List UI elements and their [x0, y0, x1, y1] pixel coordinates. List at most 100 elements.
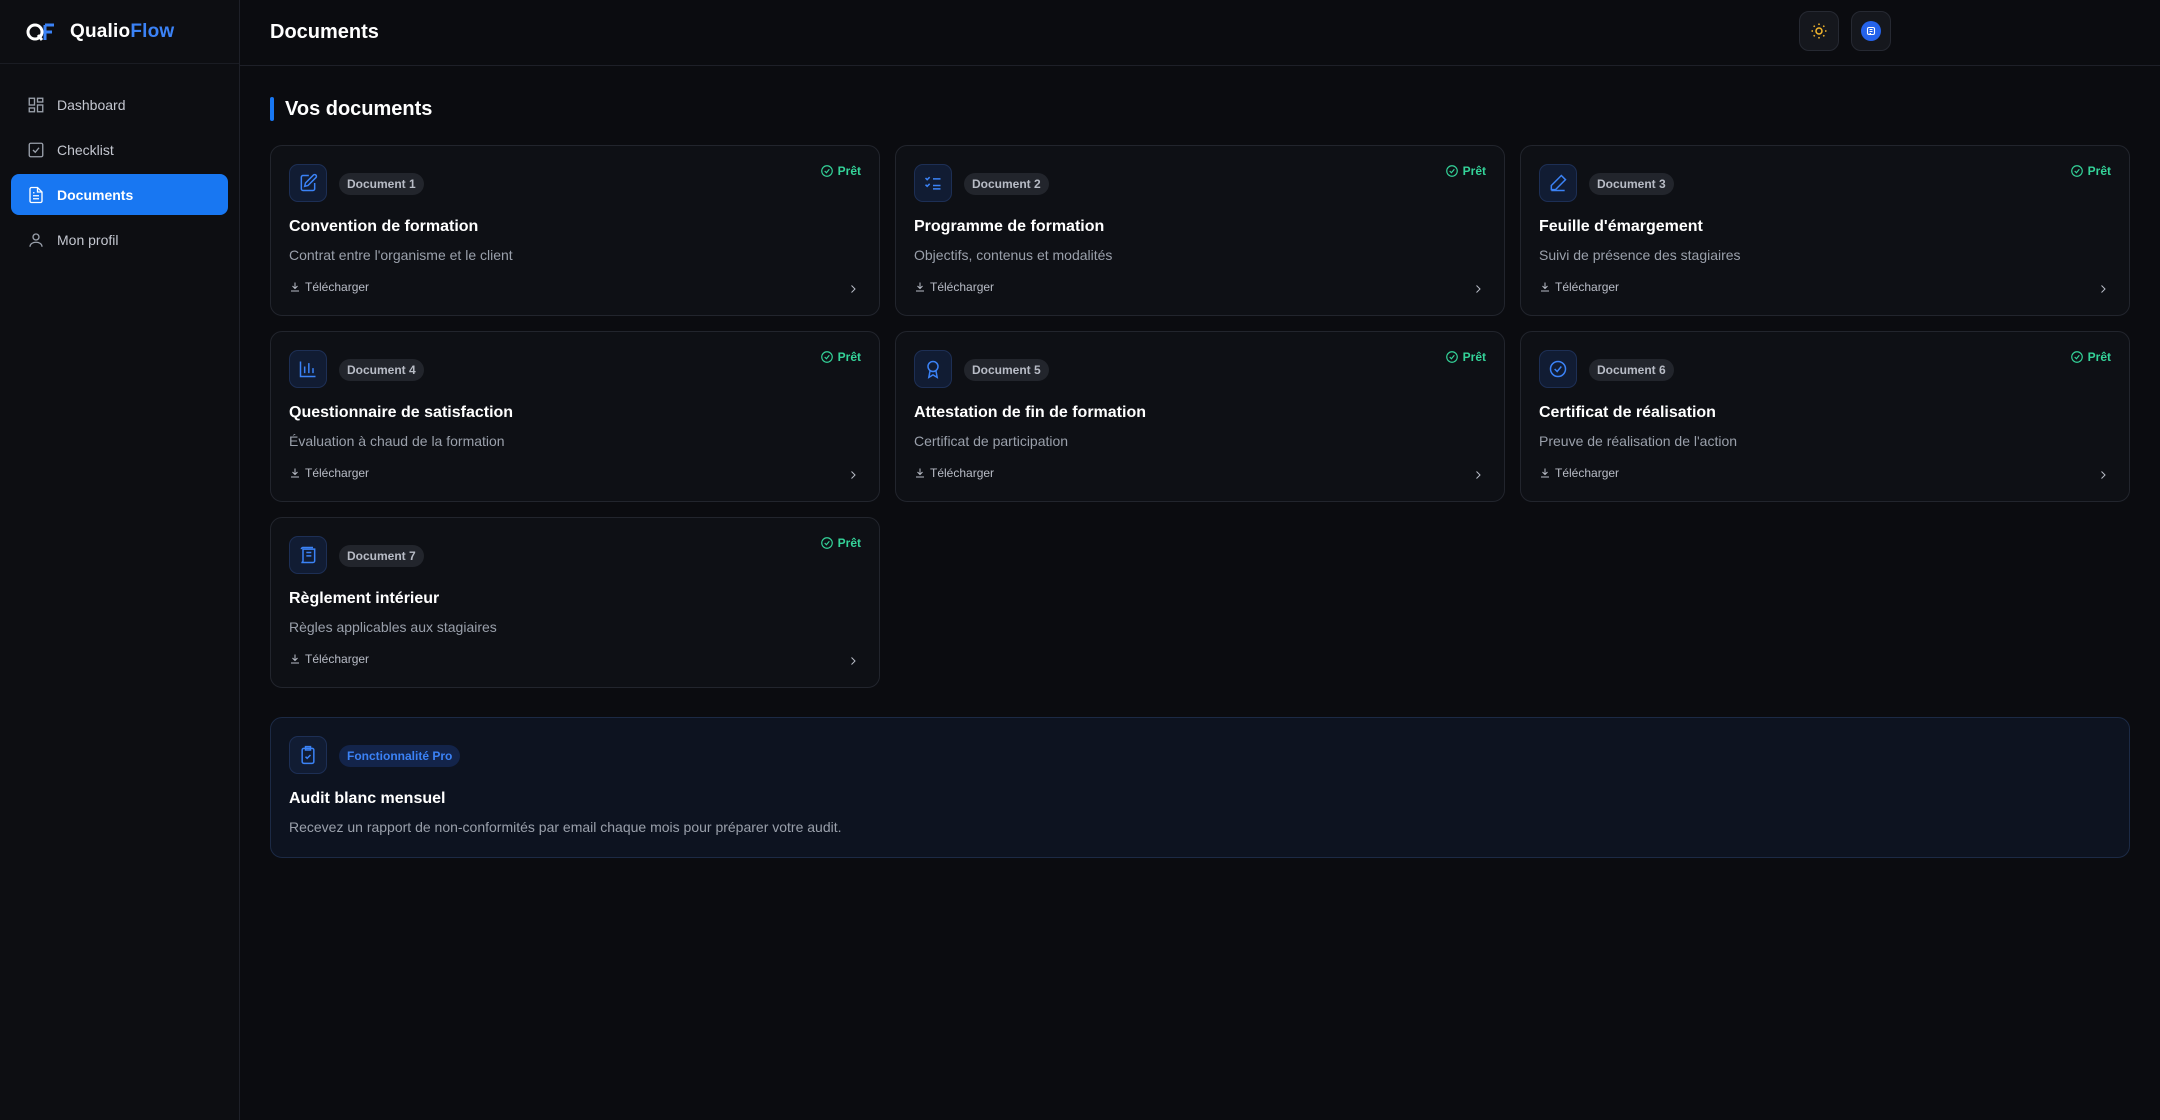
card-icon-box — [289, 736, 327, 774]
document-title: Certificat de réalisation — [1539, 404, 1716, 421]
chevron-right-icon[interactable] — [847, 282, 859, 294]
brand[interactable]: QualioFlow — [0, 0, 239, 64]
award-icon — [927, 360, 939, 379]
document-description: Preuve de réalisation de l'action — [1539, 433, 1738, 449]
chevron-right-icon[interactable] — [847, 654, 859, 666]
download-link[interactable]: Télécharger — [289, 652, 369, 666]
status-label: Prêt — [837, 536, 861, 550]
section-title: Vos documents — [270, 97, 432, 121]
download-icon — [291, 654, 299, 664]
scroll-icon — [300, 546, 316, 564]
pro-feature-card[interactable]: Fonctionnalité Pro Audit blanc mensuel R… — [270, 717, 2130, 858]
document-badge: Document 4 — [339, 359, 424, 381]
download-link[interactable]: Télécharger — [1539, 466, 1619, 480]
chevron-right-icon[interactable] — [847, 468, 859, 480]
document-icon — [29, 186, 43, 203]
document-title: Attestation de fin de formation — [914, 404, 1146, 421]
check-circle-icon — [820, 351, 833, 363]
status-badge: Prêt — [1445, 350, 1486, 364]
document-card[interactable]: Document 3 Prêt Feuille d'émargement Sui… — [1520, 145, 2130, 316]
document-card[interactable]: Document 6 Prêt Certificat de réalisatio… — [1520, 331, 2130, 502]
check-circle-icon — [1445, 351, 1458, 363]
card-icon-box — [289, 164, 327, 202]
download-link[interactable]: Télécharger — [914, 466, 994, 480]
document-title: Feuille d'émargement — [1539, 218, 1703, 235]
card-icon-box — [289, 350, 327, 388]
status-badge: Prêt — [820, 350, 861, 364]
dashboard-icon — [28, 97, 44, 112]
document-title: Convention de formation — [289, 218, 479, 235]
logo-icon — [26, 23, 54, 41]
sidebar-item-label: Mon profil — [57, 231, 119, 248]
status-badge: Prêt — [2070, 350, 2111, 364]
sidebar-item-label: Dashboard — [57, 96, 126, 113]
download-link[interactable]: Télécharger — [914, 280, 994, 294]
theme-toggle-button[interactable] — [1799, 11, 1839, 51]
document-card[interactable]: Document 2 Prêt Programme de formation O… — [895, 145, 1505, 316]
pen-icon — [1550, 174, 1567, 192]
download-link[interactable]: Télécharger — [289, 466, 369, 480]
clipboard-check-icon — [301, 745, 315, 765]
sidebar-item-dashboard[interactable]: Dashboard — [11, 84, 228, 125]
sidebar-nav: Dashboard Checklist Documents Mon profil — [0, 64, 239, 284]
download-link[interactable]: Télécharger — [289, 280, 369, 294]
page-title: Documents — [270, 21, 379, 43]
document-card[interactable]: Document 5 Prêt Attestation de fin de fo… — [895, 331, 1505, 502]
pro-title: Audit blanc mensuel — [289, 790, 446, 807]
brand-name: QualioFlow — [70, 20, 175, 42]
card-icon-box — [289, 536, 327, 574]
status-badge: Prêt — [820, 164, 861, 178]
document-badge: Document 6 — [1589, 359, 1674, 381]
sidebar-item-mon-profil[interactable]: Mon profil — [11, 219, 228, 260]
document-title: Règlement intérieur — [289, 590, 440, 607]
download-icon — [916, 468, 924, 478]
sidebar: QualioFlow Dashboard Checklist Documents… — [0, 0, 240, 1120]
download-label: Télécharger — [930, 280, 995, 294]
chevron-right-icon[interactable] — [2097, 282, 2109, 294]
download-icon — [916, 282, 924, 292]
user-avatar-button[interactable] — [1851, 11, 1891, 51]
status-label: Prêt — [837, 350, 861, 364]
document-badge: Document 7 — [339, 545, 424, 567]
document-card[interactable]: Document 7 Prêt Règlement intérieur Règl… — [270, 517, 880, 688]
document-description: Règles applicables aux stagiaires — [289, 619, 497, 635]
card-icon-box — [1539, 164, 1577, 202]
section-title-text: Vos documents — [285, 97, 433, 120]
sidebar-item-checklist[interactable]: Checklist — [11, 129, 228, 170]
check-circle-icon — [2070, 165, 2083, 177]
download-label: Télécharger — [305, 280, 370, 294]
bar-chart-icon — [299, 361, 316, 378]
card-icon-box — [914, 164, 952, 202]
download-label: Télécharger — [930, 466, 995, 480]
document-card[interactable]: Document 1 Prêt Convention de formation … — [270, 145, 880, 316]
check-circle-icon — [1445, 165, 1458, 177]
user-icon — [29, 232, 43, 247]
download-icon — [1541, 282, 1549, 292]
status-badge: Prêt — [1445, 164, 1486, 178]
document-badge: Document 1 — [339, 173, 424, 195]
document-description: Évaluation à chaud de la formation — [289, 433, 505, 449]
download-label: Télécharger — [1555, 466, 1620, 480]
status-label: Prêt — [2087, 350, 2111, 364]
card-icon-box — [1539, 350, 1577, 388]
chevron-right-icon[interactable] — [2097, 468, 2109, 480]
status-label: Prêt — [1462, 164, 1486, 178]
check-circle-icon — [820, 537, 833, 549]
sidebar-item-documents[interactable]: Documents — [11, 174, 228, 215]
download-icon — [291, 468, 299, 478]
pro-description: Recevez un rapport de non-conformités pa… — [289, 819, 842, 835]
download-link[interactable]: Télécharger — [1539, 280, 1619, 294]
list-checks-icon — [924, 176, 941, 190]
status-label: Prêt — [1462, 350, 1486, 364]
file-edit-icon — [300, 173, 318, 192]
sidebar-item-label: Checklist — [57, 141, 114, 158]
document-badge: Document 2 — [964, 173, 1049, 195]
download-icon — [291, 282, 299, 292]
check-circle-icon — [2070, 351, 2083, 363]
chevron-right-icon[interactable] — [1472, 468, 1484, 480]
chevron-right-icon[interactable] — [1472, 282, 1484, 294]
check-circle-icon — [820, 165, 833, 177]
document-card[interactable]: Document 4 Prêt Questionnaire de satisfa… — [270, 331, 880, 502]
document-description: Suivi de présence des stagiaires — [1539, 247, 1741, 263]
download-label: Télécharger — [305, 652, 370, 666]
